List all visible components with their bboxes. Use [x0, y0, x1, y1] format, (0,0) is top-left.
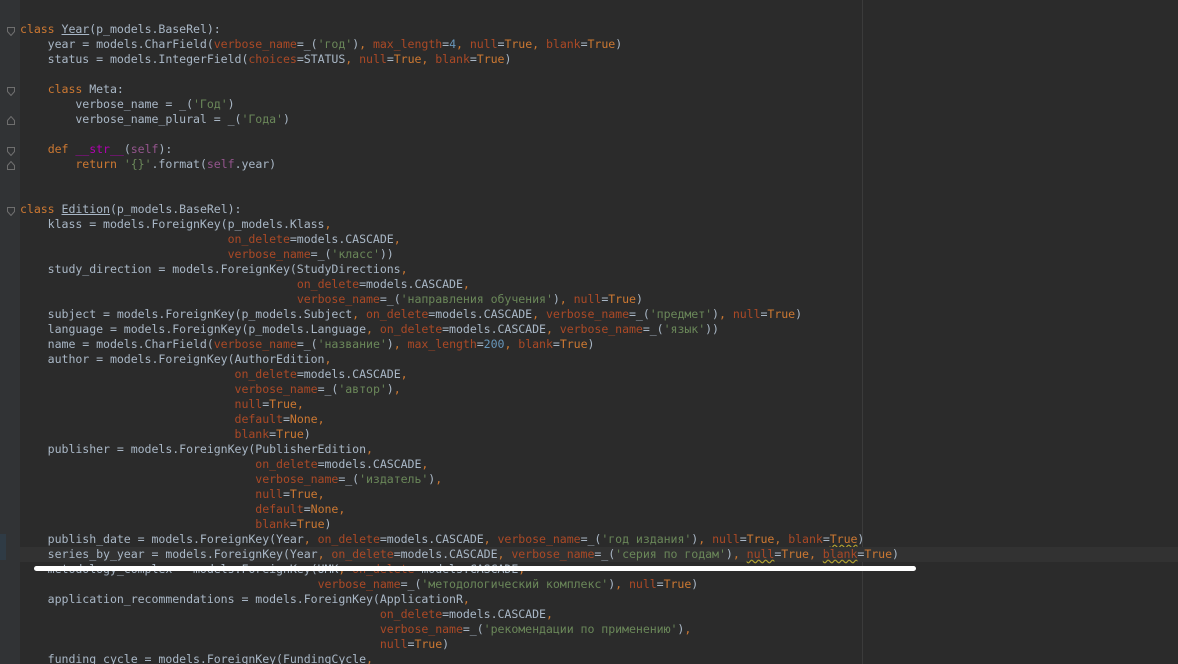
- code-line: null=True,: [234, 397, 304, 411]
- code-line-current: series_by_year = models.ForeignKey(Year,…: [20, 547, 1178, 562]
- code-line: name = models.CharField(verbose_name=_('…: [20, 337, 595, 351]
- code-line: study_direction = models.ForeignKey(Stud…: [20, 262, 408, 276]
- fold-close-icon[interactable]: [7, 161, 15, 170]
- annotation-strike-line: [34, 566, 916, 571]
- fold-open-icon[interactable]: [7, 207, 15, 216]
- code-line: subject = models.ForeignKey(p_models.Sub…: [20, 307, 803, 321]
- code-line: author = models.ForeignKey(AuthorEdition…: [20, 352, 332, 366]
- code-line: blank=True): [255, 517, 332, 531]
- code-line: publisher = models.ForeignKey(PublisherE…: [20, 442, 373, 456]
- editor-gutter[interactable]: [0, 0, 20, 664]
- code-line: funding_cycle = models.ForeignKey(Fundin…: [20, 652, 373, 664]
- code-line: def __str__(self):: [47, 142, 173, 156]
- code-line: null=True,: [255, 487, 325, 501]
- code-line: on_delete=models.CASCADE,: [255, 457, 429, 471]
- code-line: verbose_name=_('методологический комплек…: [317, 577, 699, 591]
- fold-open-icon[interactable]: [7, 147, 15, 156]
- code-line: verbose_name=_('класс')): [227, 247, 394, 261]
- change-marker: [0, 534, 6, 560]
- code-line: on_delete=models.CASCADE,: [234, 367, 408, 381]
- code-line: blank=True): [234, 427, 311, 441]
- fold-open-icon[interactable]: [7, 27, 15, 36]
- code-line: return '{}'.format(self.year): [75, 157, 277, 171]
- code-line: on_delete=models.CASCADE,: [227, 232, 401, 246]
- code-line: class Year(p_models.BaseRel):: [20, 22, 221, 36]
- code-line: default=None,: [234, 412, 325, 426]
- code-line: klass = models.ForeignKey(p_models.Klass…: [20, 217, 332, 231]
- fold-close-icon[interactable]: [7, 116, 15, 125]
- fold-open-icon[interactable]: [7, 87, 15, 96]
- code-line: language = models.ForeignKey(p_models.La…: [20, 322, 719, 336]
- code-line: year = models.CharField(verbose_name=_('…: [20, 37, 623, 51]
- code-line: verbose_name=_('издатель'),: [255, 472, 443, 486]
- code-line: default=None,: [255, 502, 346, 516]
- code-line: verbose_name=_('направления обучения'), …: [296, 292, 643, 306]
- code-line: class Meta:: [47, 82, 124, 96]
- code-line: verbose_name = _('Год'): [20, 97, 235, 111]
- code-line: application_recommendations = models.For…: [20, 592, 470, 606]
- code-line: verbose_name=_('рекомендации по применен…: [379, 622, 692, 636]
- code-line: verbose_name_plural = _('Года'): [20, 112, 290, 126]
- code-line: verbose_name=_('автор'),: [234, 382, 401, 396]
- code-line: on_delete=models.CASCADE,: [296, 277, 470, 291]
- code-line: status = models.IntegerField(choices=STA…: [20, 52, 512, 66]
- code-line: on_delete=models.CASCADE,: [379, 607, 553, 621]
- code-line: class Edition(p_models.BaseRel):: [20, 202, 242, 216]
- code-editor[interactable]: class Year(p_models.BaseRel): year = mod…: [20, 0, 1178, 664]
- code-line: null=True): [379, 637, 450, 651]
- code-line: publish_date = models.ForeignKey(Year, o…: [20, 532, 865, 546]
